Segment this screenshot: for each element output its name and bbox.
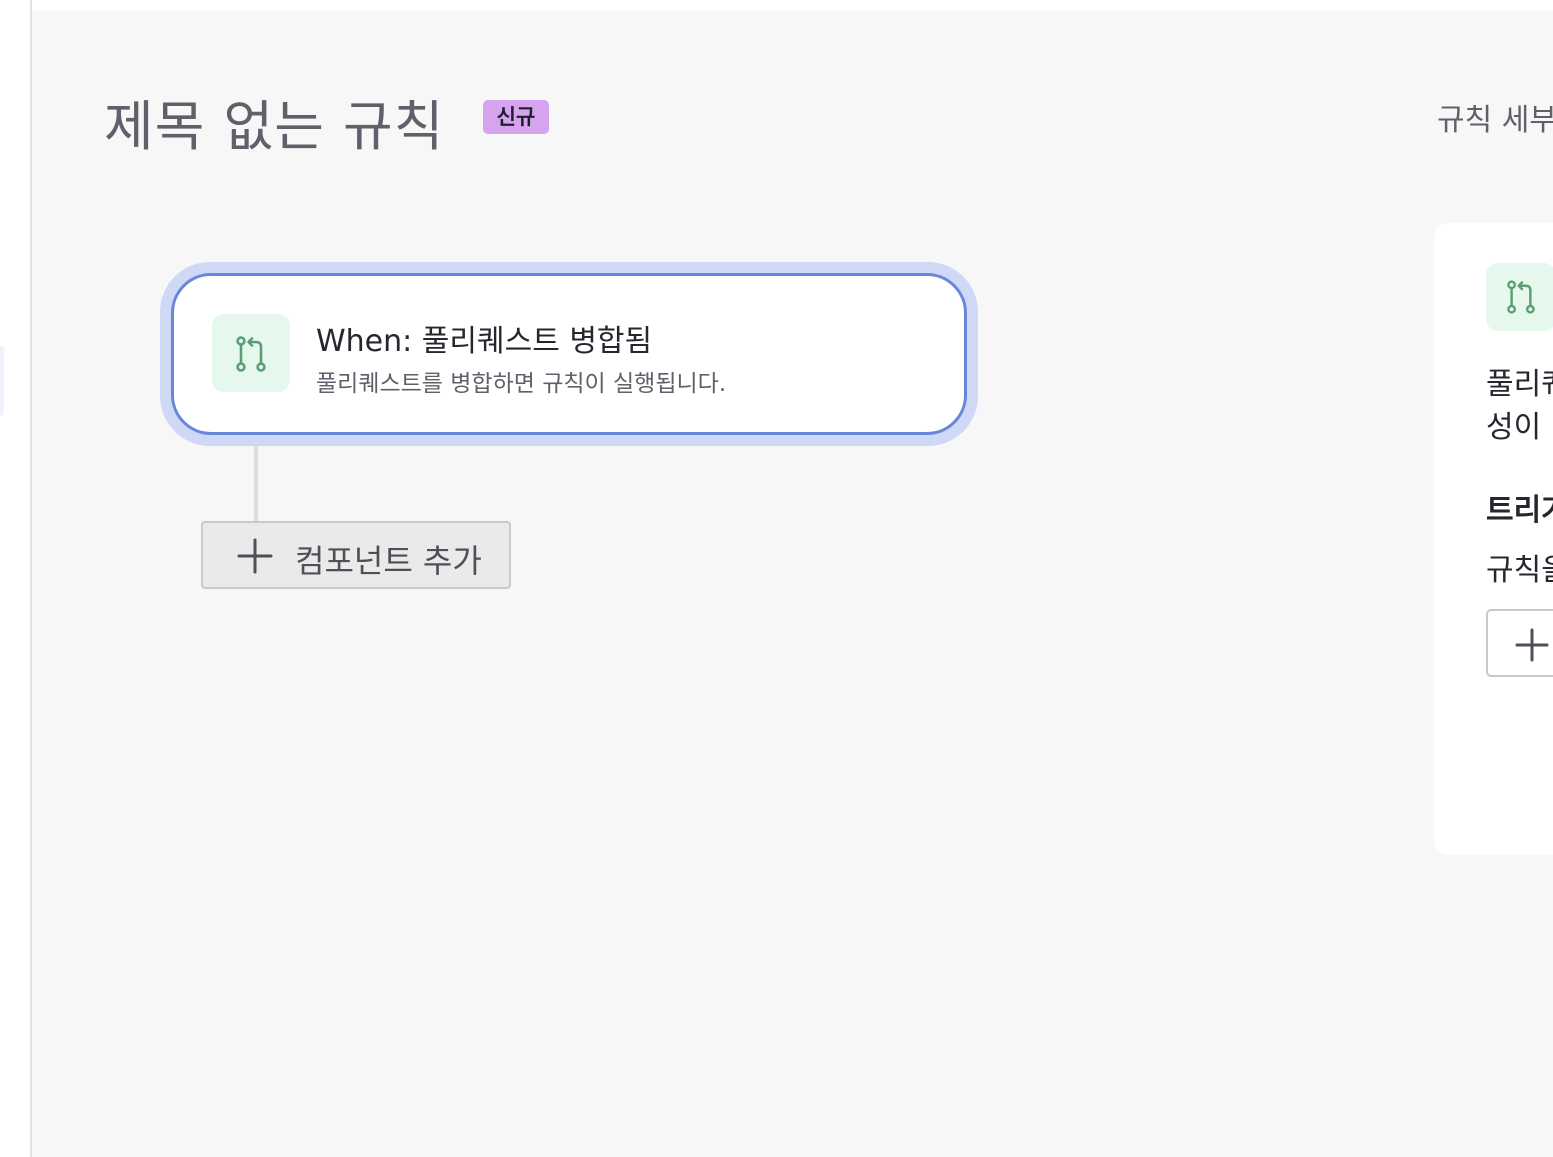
pull-request-icon [236,336,266,372]
new-badge: 신규 [483,100,549,134]
trigger-heading: When: 풀리퀘스트 병합됨 [316,324,653,359]
plus-icon [237,538,273,574]
trigger-icon-container [212,314,290,392]
trigger-card[interactable]: When: 풀리퀘스트 병합됨 풀리퀘스트를 병합하면 규칙이 실행됩니다. [171,273,967,435]
panel-description: 풀리퀘 성이 [1486,367,1553,445]
sidebar-collapse-handle[interactable] [0,346,4,416]
left-sidebar [0,0,32,1157]
add-component-label: 컴포넌트 추가 [295,542,482,580]
rule-title[interactable]: 제목 없는 규칙 [104,82,444,161]
panel-section-title: 트리거 [1486,493,1553,528]
flow-connector [254,446,258,522]
trigger-description: 풀리퀘스트를 병합하면 규칙이 실행됩니다. [316,371,727,397]
panel-section-text: 규칙을 [1486,553,1553,588]
panel-add-button[interactable] [1486,609,1553,677]
add-component-button[interactable]: 컴포넌트 추가 [201,521,511,589]
tab-rule-details[interactable]: 규칙 세부 [1437,95,1553,139]
rule-editor-page: 제목 없는 규칙 신규 규칙 세부 When: 풀리퀘스트 병합됨 풀리퀘스트를… [0,0,1553,1157]
panel-icon-container [1486,263,1553,331]
plus-icon [1515,628,1549,662]
rule-details-panel: 풀리퀘 성이 트리거 규칙을 [1434,223,1553,855]
pull-request-icon [1507,280,1535,314]
